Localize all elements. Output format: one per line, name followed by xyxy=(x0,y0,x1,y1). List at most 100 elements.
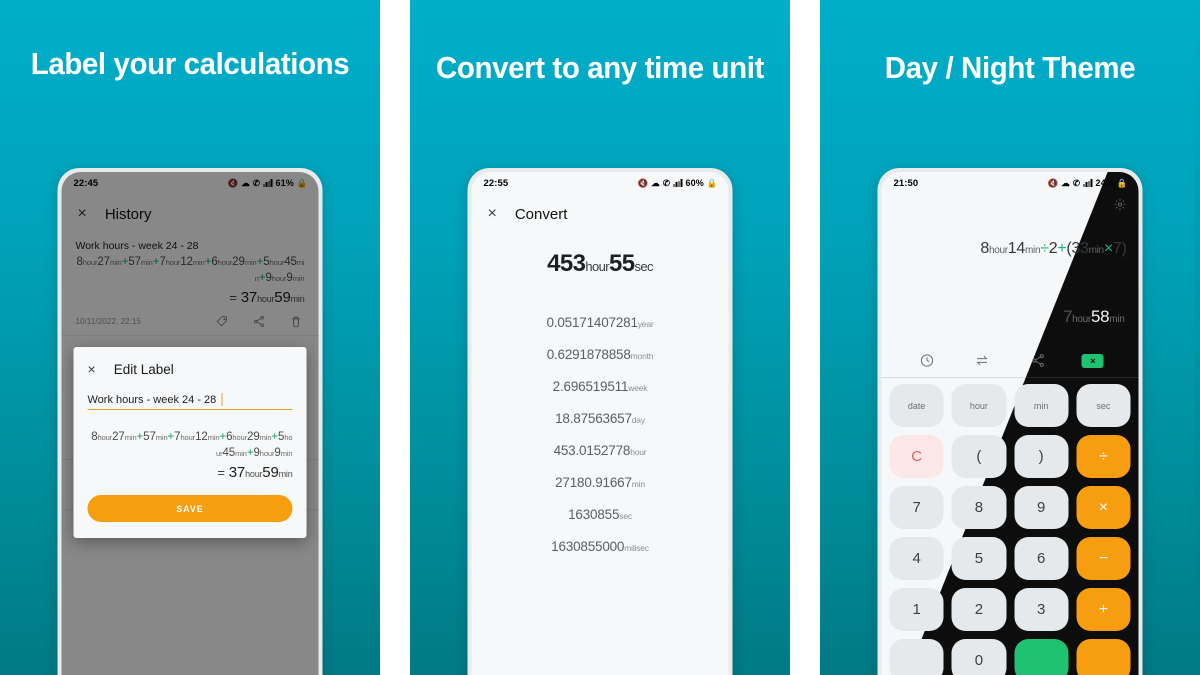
conversion-row[interactable]: 0.6291878858month xyxy=(472,338,729,370)
conversion-row[interactable]: 27180.91667min xyxy=(472,466,729,498)
conversion-value: 1630855 xyxy=(568,506,620,522)
value-token: 29 xyxy=(232,256,245,268)
key-multiply[interactable]: × xyxy=(1076,486,1131,529)
conversion-unit: day xyxy=(631,414,645,425)
unit-token: min xyxy=(192,258,205,267)
key-6[interactable]: 6 xyxy=(1014,537,1069,580)
unit-token: min xyxy=(259,433,272,442)
panel-divider xyxy=(380,0,410,675)
key-8[interactable]: 8 xyxy=(951,486,1006,529)
key-date[interactable]: date xyxy=(889,384,944,427)
key-2[interactable]: 2 xyxy=(951,588,1006,631)
share-icon[interactable] xyxy=(253,315,266,328)
unit-token: min xyxy=(1088,245,1105,256)
history-item-actions xyxy=(216,315,303,328)
key-accent-extra[interactable] xyxy=(1076,639,1131,675)
key-plus[interactable]: + xyxy=(1076,588,1131,631)
calculator-result: 7hour58min xyxy=(892,307,1125,327)
signal-icon xyxy=(1083,179,1093,187)
conversion-row[interactable]: 2.696519511week xyxy=(472,370,729,402)
conversion-row[interactable]: 0.05171407281year xyxy=(472,306,729,338)
history-item-expression: 8hour27min+57min+7hour12min+6hour29min+5… xyxy=(76,255,304,286)
key-5[interactable]: 5 xyxy=(951,537,1006,580)
dialog-expression: 8hour27min+57min+7hour12min+6hour29min+5… xyxy=(88,430,292,461)
value-token: 45 xyxy=(284,256,297,268)
value-token: 7 xyxy=(1112,240,1122,257)
key-paren-close[interactable]: ) xyxy=(1014,435,1069,478)
status-bar: 22:45 🔇 ☁ ✆ 61% 🔒 xyxy=(62,172,319,194)
phone-mockup: 22:45 🔇 ☁ ✆ 61% 🔒 × History Work hours -… xyxy=(57,168,323,675)
conversion-unit: week xyxy=(628,382,648,393)
delete-icon[interactable] xyxy=(290,315,303,328)
operator-token: + xyxy=(136,431,144,443)
conversion-row[interactable]: 1630855sec xyxy=(472,498,729,530)
value-token: 58 xyxy=(1090,307,1110,326)
key-paren-open[interactable]: ( xyxy=(951,435,1006,478)
history-item[interactable]: Work hours - week 24 - 28 8hour27min+57m… xyxy=(61,234,319,337)
key-extra[interactable] xyxy=(889,639,944,675)
battery-icon: 🔒 xyxy=(1116,177,1128,188)
status-icons: 🔇 ☁ ✆ 24% 🔒 xyxy=(1048,178,1128,188)
history-item-footer: 10/11/2022, 22:15 xyxy=(76,308,305,335)
calculator-keypad: date hour min sec C ( ) ÷ 7 8 9 × 4 5 6 … xyxy=(889,384,1131,675)
phone-mockup: 22:55 🔇 ☁ ✆ 60% 🔒 × Convert 453hour55sec xyxy=(467,168,733,675)
conversion-row[interactable]: 453.0152778hour xyxy=(472,434,729,466)
conversion-unit: hour xyxy=(630,446,647,457)
convert-icon[interactable] xyxy=(975,353,990,368)
conversion-value: 2.696519511 xyxy=(552,378,629,394)
key-4[interactable]: 4 xyxy=(889,537,944,580)
gear-icon[interactable] xyxy=(1114,198,1127,211)
mute-icon: 🔇 xyxy=(637,177,649,188)
conversion-value: 0.05171407281 xyxy=(546,314,638,330)
backspace-icon[interactable]: × xyxy=(1081,353,1104,368)
key-0[interactable]: 0 xyxy=(951,639,1006,675)
conversion-row[interactable]: 1630855000milisec xyxy=(472,530,729,562)
label-input[interactable]: Work hours - week 24 - 28 xyxy=(87,393,293,410)
call-icon: ✆ xyxy=(662,177,671,188)
save-button[interactable]: SAVE xyxy=(87,495,293,523)
phone-screen: 22:55 🔇 ☁ ✆ 60% 🔒 × Convert 453hour55sec xyxy=(471,172,729,675)
dialog-close-icon[interactable]: × xyxy=(88,361,96,377)
edit-label-dialog: × Edit Label Work hours - week 24 - 28 8… xyxy=(73,347,307,539)
status-time: 22:45 xyxy=(73,177,99,189)
calculator-expression: 8hour14min÷2+(33min×7) xyxy=(892,240,1126,258)
dialog-expression-block: 8hour27min+57min+7hour12min+6hour29min+5… xyxy=(88,430,292,482)
value-token: 59 xyxy=(262,464,279,482)
key-sec[interactable]: sec xyxy=(1076,384,1131,427)
key-divide[interactable]: ÷ xyxy=(1076,435,1131,478)
key-equals[interactable] xyxy=(1014,639,1069,675)
close-icon[interactable]: × xyxy=(78,206,87,222)
conversion-unit: month xyxy=(630,350,654,361)
key-3[interactable]: 3 xyxy=(1014,588,1069,631)
operator-token: ÷ xyxy=(1040,240,1049,257)
value-token: 27 xyxy=(112,431,125,443)
key-7[interactable]: 7 xyxy=(889,486,944,529)
key-clear[interactable]: C xyxy=(889,435,944,478)
operator-token: + xyxy=(258,271,266,284)
status-icons: 🔇 ☁ ✆ 60% 🔒 xyxy=(638,178,718,188)
unit-token: hour xyxy=(257,294,275,305)
history-item-result: = 37hour59min xyxy=(76,289,304,306)
key-min[interactable]: min xyxy=(1014,384,1069,427)
label-tag-icon[interactable] xyxy=(216,315,229,328)
share-icon[interactable] xyxy=(1030,353,1045,368)
unit-token: min xyxy=(109,258,122,267)
close-icon[interactable]: × xyxy=(488,206,497,222)
conversion-row[interactable]: 18.87563657day xyxy=(472,402,729,434)
history-item-label: Work hours - week 24 - 28 xyxy=(75,240,199,252)
status-bar: 21:50 🔇 ☁ ✆ 24% 🔒 xyxy=(882,172,1139,194)
unit-token: min xyxy=(124,433,137,442)
unit-token: hour xyxy=(165,258,181,267)
key-minus[interactable]: − xyxy=(1076,537,1131,580)
key-9[interactable]: 9 xyxy=(1014,486,1069,529)
value-token: = xyxy=(229,290,237,306)
unit-token: min xyxy=(244,258,257,267)
key-hour[interactable]: hour xyxy=(951,384,1006,427)
wifi-icon: ☁ xyxy=(1061,177,1070,188)
unit-token: hour xyxy=(232,433,248,442)
key-1[interactable]: 1 xyxy=(889,588,944,631)
operator-token: + xyxy=(219,431,227,443)
status-icons: 🔇 ☁ ✆ 61% 🔒 xyxy=(228,178,308,188)
history-icon[interactable] xyxy=(920,353,935,368)
value-token: 12 xyxy=(195,431,208,443)
